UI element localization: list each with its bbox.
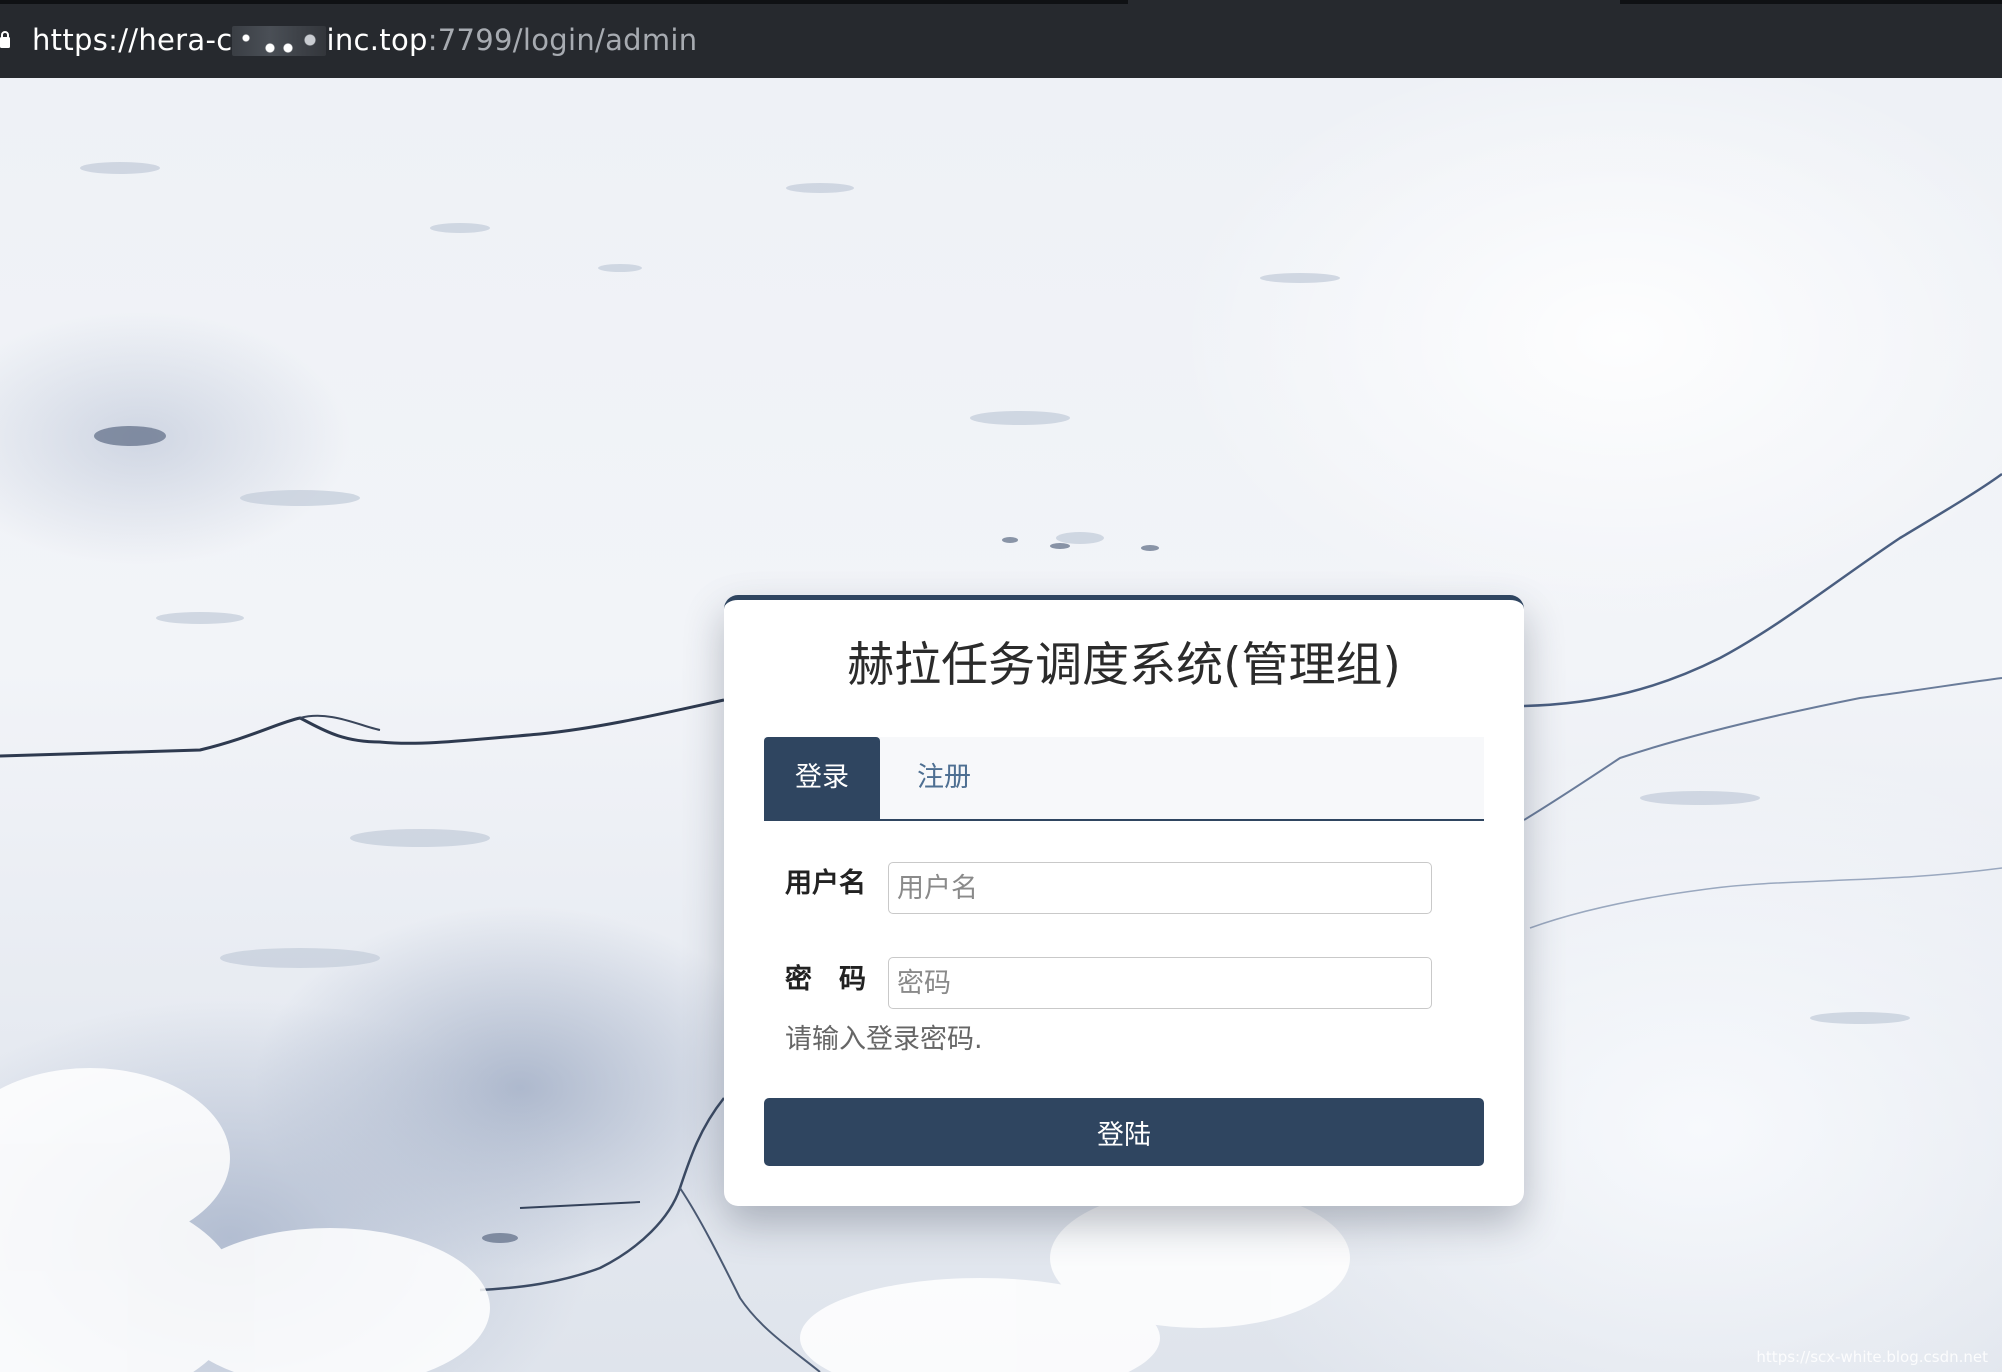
browser-tab-edge bbox=[1620, 0, 2002, 4]
tab-register[interactable]: 注册 bbox=[880, 737, 1008, 819]
tab-login[interactable]: 登录 bbox=[764, 737, 880, 819]
url-prefix: https://hera-c bbox=[32, 23, 233, 57]
url-host-suffix: inc.top bbox=[326, 23, 428, 57]
url-path: :7799/login/admin bbox=[427, 23, 698, 57]
browser-address-bar: https://hera-c inc.top:7799/login/admin bbox=[0, 0, 2002, 78]
auth-tabs: 登录 注册 bbox=[764, 737, 1484, 821]
username-label: 用户名 bbox=[785, 868, 866, 899]
url-redaction bbox=[232, 26, 327, 56]
password-help-text: 请输入登录密码. bbox=[785, 1024, 983, 1055]
login-button[interactable]: 登陆 bbox=[764, 1098, 1484, 1166]
watermark: https://scx-white.blog.csdn.net bbox=[1756, 1348, 1988, 1366]
lock-icon bbox=[0, 31, 10, 48]
password-label: 密 码 bbox=[785, 964, 866, 995]
page-title: 赫拉任务调度系统(管理组) bbox=[847, 638, 1401, 693]
browser-tab-edge bbox=[0, 0, 1128, 4]
login-card: 赫拉任务调度系统(管理组) 登录 注册 用户名 密 码 请输入登录密码. 登陆 bbox=[724, 595, 1524, 1206]
password-input[interactable] bbox=[888, 957, 1432, 1009]
username-input[interactable] bbox=[888, 862, 1432, 914]
url-field[interactable]: https://hera-c inc.top:7799/login/admin bbox=[32, 20, 697, 60]
